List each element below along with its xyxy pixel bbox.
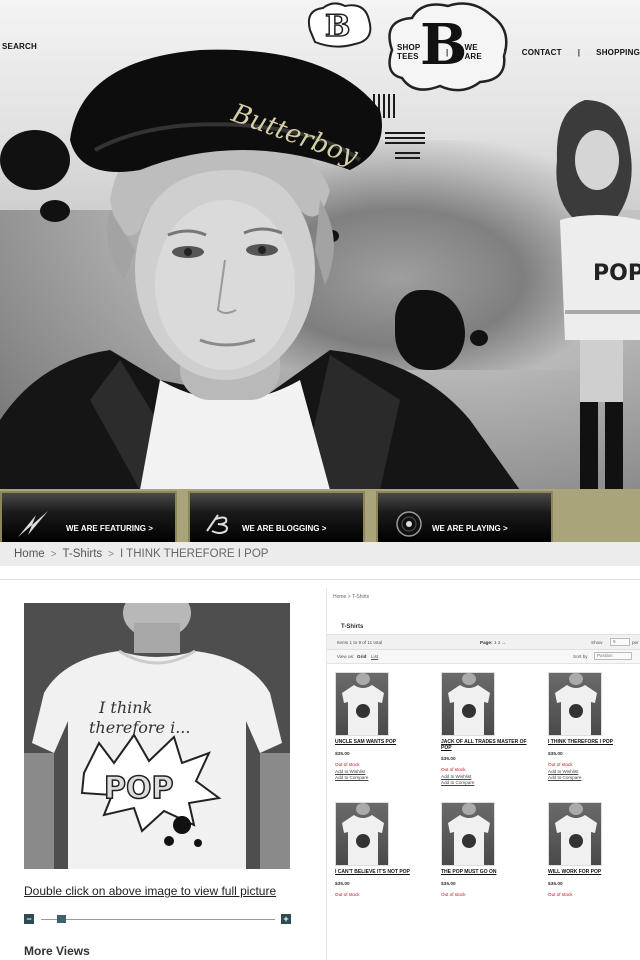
breadcrumb-separator: > xyxy=(108,548,114,560)
sort-select[interactable]: Position xyxy=(594,652,632,660)
we-are-featuring-button[interactable]: WE ARE FEATURING > xyxy=(0,491,177,542)
view-grid-option[interactable]: Grid xyxy=(357,654,366,659)
product-thumbnail[interactable] xyxy=(548,802,602,866)
feature-label: WE ARE PLAYING > xyxy=(432,524,508,533)
shirt-text-line1: I think xyxy=(98,698,152,717)
catalog-title: T-Shirts xyxy=(341,624,364,630)
shirt-pop-text: POP xyxy=(593,261,640,286)
items-info: Items 1 to 9 of 11 total xyxy=(337,640,383,645)
nav-separator: | xyxy=(446,47,449,57)
nav-separator: | xyxy=(577,47,581,57)
product-thumbnail[interactable] xyxy=(548,672,602,736)
stock-status: Out of stock xyxy=(441,892,466,897)
add-to-compare-link[interactable]: Add to Compare xyxy=(441,780,474,785)
add-to-wishlist-link[interactable]: Add to Wishlist xyxy=(441,774,471,779)
show-label: Show xyxy=(591,640,603,645)
product-name[interactable]: THE POP MUST GO ON xyxy=(441,869,533,875)
nav-shop-tees[interactable]: SHOP TEES xyxy=(397,43,430,61)
page-links[interactable]: 1 2 → xyxy=(494,640,506,645)
product-name[interactable]: JACK OF ALL TRADES MASTER OF POP xyxy=(441,739,533,751)
breadcrumb-category[interactable]: T-Shirts xyxy=(63,548,103,560)
product-price: $35.00 xyxy=(335,752,350,757)
pager-toolbar: Items 1 to 9 of 11 total Page: 1 2 → Sho… xyxy=(327,634,640,650)
breadcrumb: Home > T-Shirts > I THINK THEREFORE I PO… xyxy=(0,542,640,566)
stock-status: Out of stock xyxy=(441,767,466,772)
stock-status: Out of stock xyxy=(548,892,573,897)
product-thumbnail[interactable] xyxy=(441,802,495,866)
hero-banner: Butterboy POP B B SEARCH SHOP TEES | WE … xyxy=(0,0,640,490)
breadcrumb-separator: > xyxy=(50,548,57,560)
nav-separator: | xyxy=(503,47,506,57)
product-name[interactable]: I THINK THEREFORE I POP xyxy=(548,739,640,745)
add-to-compare-link[interactable]: Add to Compare xyxy=(335,775,368,780)
breadcrumb-current: I THINK THEREFORE I POP xyxy=(120,548,269,560)
tshirt-thumbnail xyxy=(342,803,384,865)
image-zoom-slider[interactable]: − + xyxy=(24,912,292,926)
zoom-in-button[interactable]: + xyxy=(281,914,291,924)
product-name[interactable]: I CAN'T BELIEVE IT'S NOT POP xyxy=(335,869,427,875)
tshirt-thumbnail xyxy=(555,803,597,865)
catalog-breadcrumb[interactable]: Home > T-Shirts xyxy=(333,594,369,600)
search-link[interactable]: SEARCH xyxy=(2,42,37,51)
add-to-compare-link[interactable]: Add to Compare xyxy=(548,775,581,780)
nav-shopping[interactable]: SHOPPING xyxy=(596,48,640,57)
we-are-blogging-button[interactable]: WE ARE BLOGGING > xyxy=(188,491,365,542)
stock-status: Out of stock xyxy=(548,762,573,767)
add-to-wishlist-link[interactable]: Add to Wishlist xyxy=(548,769,578,774)
per-page-label: per xyxy=(632,640,639,645)
tshirt-thumbnail xyxy=(342,673,384,735)
more-views-heading: More Views xyxy=(24,944,90,958)
product-price: $35.00 xyxy=(441,757,456,762)
shirt-text-line2: therefore i... xyxy=(89,718,190,737)
product-name[interactable]: UNCLE SAM WANTS POP xyxy=(335,739,427,745)
product-thumbnail[interactable] xyxy=(335,672,389,736)
stock-status: Out of stock xyxy=(335,892,360,897)
product-photo: I think therefore i... POP xyxy=(24,603,290,869)
stock-status: Out of stock xyxy=(335,762,360,767)
view-toolbar: View as: Grid List Sort by Position xyxy=(327,650,640,664)
tshirt-thumbnail xyxy=(448,803,490,865)
vinyl-record-icon xyxy=(396,511,422,537)
nav-we-are[interactable]: WE ARE xyxy=(464,43,487,61)
feature-bar: WE ARE FEATURING > WE ARE BLOGGING > WE … xyxy=(0,489,640,542)
view-full-picture-link[interactable]: Double click on above image to view full… xyxy=(24,884,276,898)
shirt-pop-graphic: POP xyxy=(104,771,173,806)
b-logo-icon xyxy=(206,514,228,534)
product-name[interactable]: WILL WORK FOR POP xyxy=(548,869,640,875)
lightning-slash-icon xyxy=(18,511,48,537)
product-price: $35.00 xyxy=(548,882,563,887)
product-main-image[interactable]: I think therefore i... POP xyxy=(24,603,290,869)
page-label: Page: xyxy=(480,640,493,645)
zoom-handle[interactable] xyxy=(57,915,67,923)
zoom-track[interactable] xyxy=(41,919,275,920)
main-menu: SHOP TEES | WE ARE | CONTACT | SHOPPING xyxy=(397,43,640,61)
tshirt-thumbnail xyxy=(555,673,597,735)
add-to-wishlist-link[interactable]: Add to Wishlist xyxy=(335,769,365,774)
category-listing-screenshot: Home > T-Shirts T-Shirts Items 1 to 9 of… xyxy=(326,588,640,960)
product-thumbnail[interactable] xyxy=(335,802,389,866)
breadcrumb-home[interactable]: Home xyxy=(14,548,45,560)
sort-label: Sort by xyxy=(573,654,588,659)
zoom-out-button[interactable]: − xyxy=(24,914,34,924)
view-list-option[interactable]: List xyxy=(371,654,378,659)
view-as-label: View as: xyxy=(337,654,355,659)
tshirt-thumbnail xyxy=(448,673,490,735)
model-photo-female: POP xyxy=(556,100,640,490)
product-price: $35.00 xyxy=(548,752,563,757)
feature-label: WE ARE BLOGGING > xyxy=(242,524,327,533)
product-price: $35.00 xyxy=(441,882,456,887)
product-price: $35.00 xyxy=(335,882,350,887)
feature-label: WE ARE FEATURING > xyxy=(66,524,153,533)
top-navigation: SEARCH SHOP TEES | WE ARE | CONTACT | SH… xyxy=(0,0,640,61)
divider xyxy=(0,566,640,580)
nav-contact[interactable]: CONTACT xyxy=(522,48,562,57)
product-thumbnail[interactable] xyxy=(441,672,495,736)
show-select[interactable]: 9 xyxy=(610,638,630,646)
we-are-playing-button[interactable]: WE ARE PLAYING > xyxy=(376,491,553,542)
